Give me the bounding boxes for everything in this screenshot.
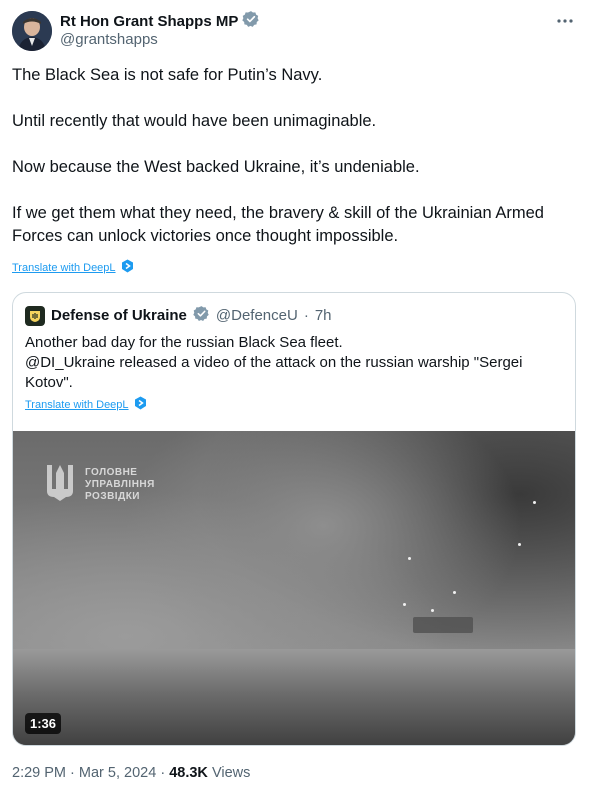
tweet-paragraph: Now because the West backed Ukraine, it’… [12, 158, 420, 176]
video-ship-silhouette [413, 617, 473, 633]
verified-badge-icon [193, 305, 210, 326]
post-time[interactable]: 2:29 PM [12, 765, 66, 781]
tweet-meta: 2:29 PM · Mar 5, 2024 · 48.3K Views [12, 765, 250, 781]
watermark-line: РОЗВІДКИ [85, 490, 140, 502]
translate-label[interactable]: Translate with DeepL [12, 262, 116, 274]
translate-label[interactable]: Translate with DeepL [25, 399, 129, 411]
author-handle[interactable]: @grantshapps [60, 31, 158, 48]
deepl-icon [121, 259, 134, 276]
tweet-paragraph: The Black Sea is not safe for Putin’s Na… [12, 66, 323, 84]
quoted-tweet-card[interactable]: Defense of Ukraine @DefenceU · 7h Anothe… [12, 292, 576, 746]
post-date[interactable]: Mar 5, 2024 [79, 765, 156, 781]
quoted-time[interactable]: 7h [315, 307, 332, 324]
tweet-text: The Black Sea is not safe for Putin’s Na… [12, 64, 582, 248]
tweet-paragraph: If we get them what they need, the brave… [12, 204, 544, 245]
watermark-line: УПРАВЛІННЯ [85, 478, 155, 490]
quoted-avatar[interactable] [25, 305, 45, 326]
video-player[interactable]: ГОЛОВНЕ УПРАВЛІННЯ РОЗВІДКИ 1:36 [13, 431, 575, 745]
deepl-icon [134, 396, 147, 413]
author-name[interactable]: Rt Hon Grant Shapps MP [60, 13, 238, 30]
author-avatar[interactable] [12, 11, 52, 51]
quoted-separator: · [303, 307, 309, 324]
quoted-line: @DI_Ukraine released a video of the atta… [25, 354, 523, 391]
tweet-paragraph: Until recently that would have been unim… [12, 112, 377, 130]
meta-separator: · [70, 765, 75, 781]
more-options-icon[interactable] [554, 12, 576, 30]
quoted-line: Another bad day for the russian Black Se… [25, 334, 343, 351]
translate-link[interactable]: Translate with DeepL [12, 259, 134, 276]
quoted-author-name[interactable]: Defense of Ukraine [51, 307, 187, 324]
quoted-translate-link[interactable]: Translate with DeepL [25, 396, 147, 413]
quoted-text: Another bad day for the russian Black Se… [25, 333, 565, 393]
views-label: Views [211, 765, 251, 781]
video-watermark: ГОЛОВНЕ УПРАВЛІННЯ РОЗВІДКИ [43, 461, 155, 508]
quoted-author-handle[interactable]: @DefenceU [216, 307, 298, 324]
verified-badge-icon [242, 10, 260, 33]
meta-separator: · [160, 765, 166, 781]
video-duration-badge: 1:36 [25, 713, 62, 734]
trident-icon [43, 461, 77, 508]
video-sea-area [13, 649, 575, 745]
watermark-line: ГОЛОВНЕ [85, 466, 138, 478]
views-count[interactable]: 48.3K [169, 765, 208, 781]
